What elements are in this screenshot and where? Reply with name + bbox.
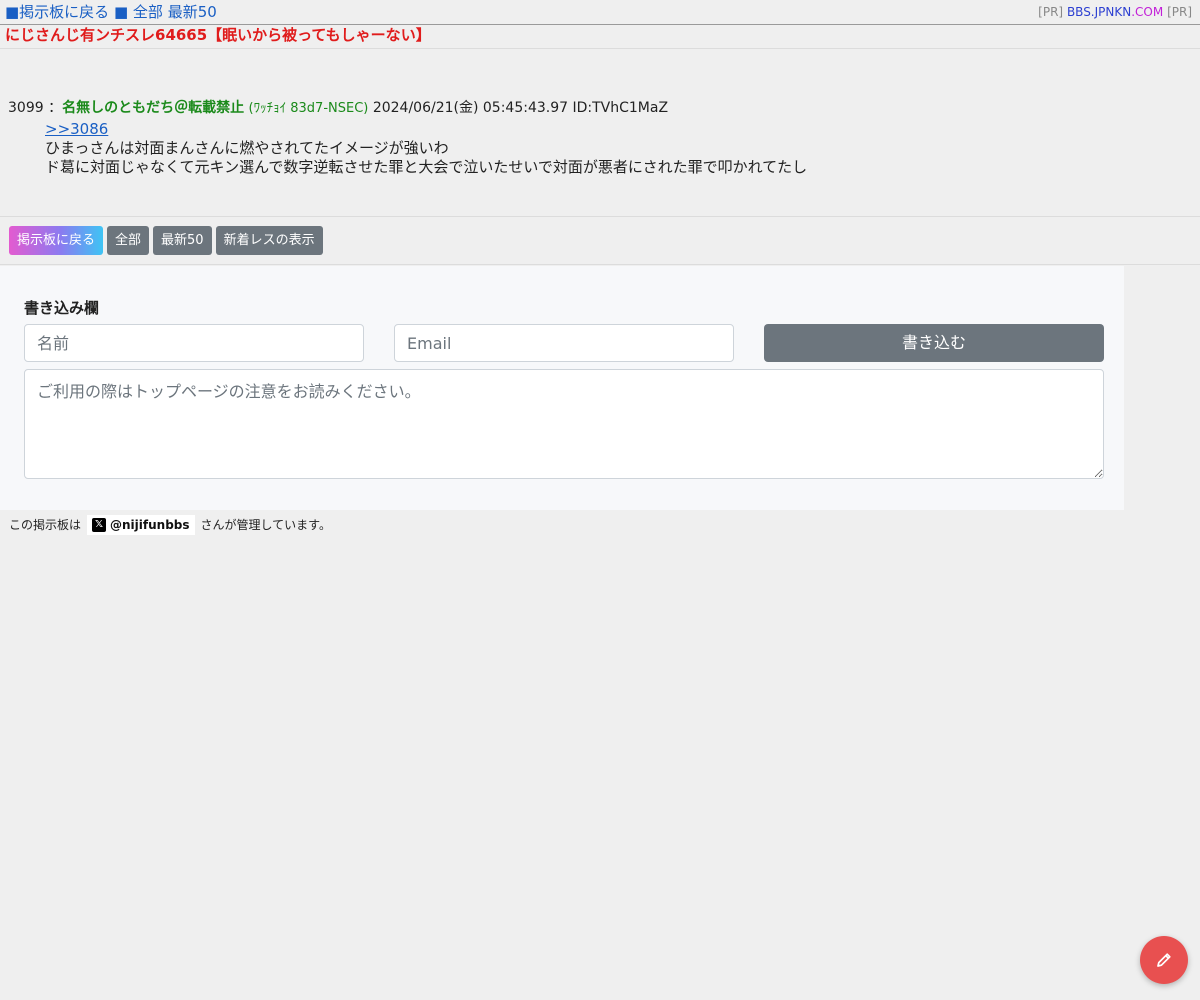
post-author-name: 名無しのともだち＠転載禁止 xyxy=(62,100,245,116)
compose-fab-button[interactable] xyxy=(1140,936,1188,984)
email-input[interactable] xyxy=(394,324,734,362)
post-separator: ： xyxy=(48,100,63,116)
pr-link-main: BBS.JPNKN xyxy=(1066,5,1132,19)
divider xyxy=(0,216,1200,217)
pr-banner: [PR] BBS.JPNKN.COM [PR] xyxy=(1038,5,1192,19)
admin-handle-link[interactable]: 𝕏 @nijifunbbs xyxy=(87,515,195,535)
admin-credit: この掲示板は 𝕏 @nijifunbbs さんが管理しています。 xyxy=(9,515,331,535)
admin-handle: @nijifunbbs xyxy=(110,518,190,532)
thread-nav-buttons: 掲示板に戻る 全部 最新50 新着レスの表示 xyxy=(9,226,323,255)
pr-site-link[interactable]: BBS.JPNKN.COM xyxy=(1067,5,1163,19)
form-heading: 書き込み欄 xyxy=(24,299,100,317)
name-input[interactable] xyxy=(24,324,364,362)
latest-50-link[interactable]: 最新50 xyxy=(168,3,217,21)
divider xyxy=(0,48,1200,49)
x-logo-icon: 𝕏 xyxy=(92,518,107,532)
post: 3099 ：名無しのともだち＠転載禁止 (ﾜｯﾁｮｲ 83d7-NSEC) 20… xyxy=(8,99,1188,177)
back-to-board-link[interactable]: ■掲示板に戻る xyxy=(5,3,109,21)
top-bar: ■掲示板に戻る ■ 全部 最新50 [PR] BBS.JPNKN.COM [PR… xyxy=(0,0,1200,25)
post-line: ひまっさんは対面まんさんに燃やされてたイメージが強いわ xyxy=(45,139,449,157)
post-datetime: 2024/06/21(金) 05:45:43.97 xyxy=(372,100,569,116)
message-textarea[interactable] xyxy=(24,369,1104,479)
pencil-icon xyxy=(1157,953,1171,967)
admin-suffix: さんが管理しています。 xyxy=(200,518,331,532)
pr-tag-left: [PR] xyxy=(1038,5,1064,19)
pr-tag-right: [PR] xyxy=(1167,5,1192,19)
divider xyxy=(0,264,1200,265)
show-new-posts-button[interactable]: 新着レスの表示 xyxy=(215,226,323,255)
post-header: 3099 ：名無しのともだち＠転載禁止 (ﾜｯﾁｮｲ 83d7-NSEC) 20… xyxy=(8,99,1188,118)
post-number[interactable]: 3099 xyxy=(8,100,44,116)
reply-anchor-link[interactable]: >>3086 xyxy=(45,120,108,138)
pr-link-tld: .COM xyxy=(1131,5,1164,19)
post-form: 書き込み欄 書き込む xyxy=(0,266,1124,510)
post-line: ド葛に対面じゃなくて元キン選んで数字逆転させた罪と大会で泣いたせいで対面が悪者に… xyxy=(45,158,808,176)
latest-50-button[interactable]: 最新50 xyxy=(153,226,212,255)
top-nav: ■掲示板に戻る ■ 全部 最新50 xyxy=(5,3,217,21)
all-posts-button[interactable]: 全部 xyxy=(107,226,150,255)
post-body: >>3086 ひまっさんは対面まんさんに燃やされてたイメージが強いわ ド葛に対面… xyxy=(45,120,1188,177)
post-user-id[interactable]: ID:TVhC1MaZ xyxy=(572,100,668,116)
admin-prefix: この掲示板は xyxy=(9,518,82,532)
all-posts-link[interactable]: ■ 全部 xyxy=(114,3,163,21)
back-to-board-button[interactable]: 掲示板に戻る xyxy=(9,226,104,255)
post-trip: (ﾜｯﾁｮｲ 83d7-NSEC) xyxy=(248,101,369,116)
submit-button[interactable]: 書き込む xyxy=(764,324,1104,362)
thread-title: にじさんじ有ンチスレ64665【眠いから被ってもしゃーない】 xyxy=(5,26,431,44)
